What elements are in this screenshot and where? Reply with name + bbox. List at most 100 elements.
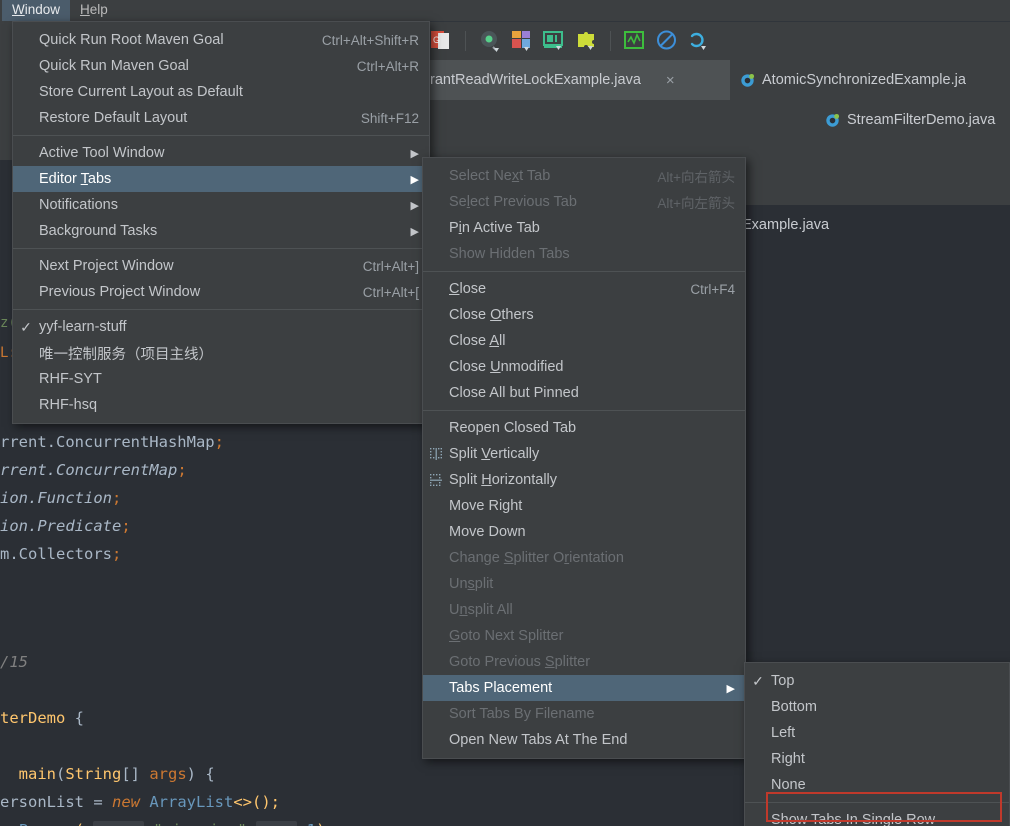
window-menu-popup[interactable]: Quick Run Root Maven Goal Ctrl+Alt+Shift… <box>12 21 430 424</box>
magnifier-green-icon[interactable] <box>477 28 503 54</box>
menu-item-next-project-window[interactable]: Next Project Window Ctrl+Alt+] <box>13 253 429 279</box>
menu-item-project-weiyi[interactable]: 唯一控制服务（项目主线） <box>13 340 429 366</box>
code-line-4: ion.Predicate; <box>0 512 131 540</box>
svg-text:G: G <box>433 35 440 45</box>
menu-separator <box>423 271 745 272</box>
menu-item-move-down[interactable]: Move Down <box>423 519 745 545</box>
menu-item-select-next-tab: Select Next Tab Alt+向右箭头 <box>423 163 745 189</box>
editor-tab-row-3-bg <box>736 160 1010 205</box>
sync-loop-icon[interactable] <box>686 28 712 54</box>
main-toolbar: G <box>420 22 1010 60</box>
plugin-puzzle-icon[interactable] <box>573 28 599 54</box>
menu-item-unsplit: Unsplit <box>423 571 745 597</box>
tab-label: AtomicSynchronizedExample.ja <box>762 72 966 88</box>
menu-separator <box>13 135 429 136</box>
menu-item-background-tasks[interactable]: Background Tasks ▶ <box>13 218 429 244</box>
menu-item-tabs-placement[interactable]: Tabs Placement ▶ <box>423 675 745 701</box>
code-line-5: m.Collectors; <box>0 540 121 568</box>
code-line-7: terDemo { <box>0 704 84 732</box>
menu-item-project-rhf-hsq[interactable]: RHF-hsq <box>13 392 429 418</box>
menu-item-previous-project-window[interactable]: Previous Project Window Ctrl+Alt+[ <box>13 279 429 305</box>
editor-tab-row-1: rantReadWriteLockExample.java × AtomicSy… <box>420 60 976 100</box>
menu-item-quick-run-maven-goal[interactable]: Quick Run Maven Goal Ctrl+Alt+R <box>13 53 429 79</box>
menu-separator <box>13 309 429 310</box>
menu-item-project-yyf-learn-stuff[interactable]: ✓ yyf-learn-stuff <box>13 314 429 340</box>
menu-item-goto-previous-splitter: Goto Previous Splitter <box>423 649 745 675</box>
menu-separator <box>13 248 429 249</box>
check-icon: ✓ <box>745 673 771 690</box>
menu-item-sort-tabs-by-filename: Sort Tabs By Filename <box>423 701 745 727</box>
toolbar-separator-2 <box>610 31 611 51</box>
menu-item-placement-top[interactable]: ✓ Top <box>745 668 1009 694</box>
menubar-item-window[interactable]: Window <box>2 0 70 21</box>
menu-item-close-all-but-pinned[interactable]: Close All but Pinned <box>423 380 745 406</box>
code-line-3: ion.Function; <box>0 484 121 512</box>
menu-item-show-tabs-in-single-row[interactable]: Show Tabs In Single Row <box>745 807 1009 826</box>
ide-window: er Window Help G <box>0 0 1010 826</box>
tabs-placement-submenu-popup[interactable]: ✓ Top Bottom Left Right None Show Tabs I… <box>744 662 1010 826</box>
editor-tab-strip: rantReadWriteLockExample.java × AtomicSy… <box>420 60 1010 160</box>
code-line-1: rrent.ConcurrentHashMap; <box>0 428 224 456</box>
menu-item-goto-next-splitter: Goto Next Splitter <box>423 623 745 649</box>
split-horizontal-icon <box>423 473 449 487</box>
chevron-right-icon: ▶ <box>411 199 419 212</box>
java-class-icon <box>740 72 755 88</box>
close-icon[interactable]: × <box>666 72 675 89</box>
editor-tab-reentrant-rwlock[interactable]: rantReadWriteLockExample.java × <box>420 60 730 100</box>
java-class-icon <box>825 112 840 128</box>
toolbar-separator <box>465 31 466 51</box>
menu-item-placement-left[interactable]: Left <box>745 720 1009 746</box>
editor-tab-streamfilterdemo[interactable]: StreamFilterDemo.java <box>815 100 1005 140</box>
code-line-9: ersonList = new ArrayList<>(); <box>0 788 280 816</box>
menu-item-split-vertically[interactable]: Split Vertically <box>423 441 745 467</box>
tab-label: Example.java <box>742 217 829 233</box>
menu-separator <box>745 802 1009 803</box>
menu-item-editor-tabs[interactable]: Editor Tabs ▶ <box>13 166 429 192</box>
tab-label: StreamFilterDemo.java <box>847 112 995 128</box>
menu-item-change-splitter-orientation: Change Splitter Orientation <box>423 545 745 571</box>
google-docs-icon[interactable]: G <box>428 28 454 54</box>
database-icon[interactable] <box>541 28 567 54</box>
editor-tabs-submenu-popup[interactable]: Select Next Tab Alt+向右箭头 Select Previous… <box>422 157 746 759</box>
check-icon: ✓ <box>13 319 39 336</box>
menu-bar: Window Help <box>0 0 1010 21</box>
menu-item-placement-none[interactable]: None <box>745 772 1009 798</box>
chevron-right-icon: ▶ <box>411 147 419 160</box>
menu-item-close-others[interactable]: Close Others <box>423 302 745 328</box>
menu-item-split-horizontally[interactable]: Split Horizontally <box>423 467 745 493</box>
menu-item-close[interactable]: Close Ctrl+F4 <box>423 276 745 302</box>
no-entry-icon[interactable] <box>654 28 680 54</box>
code-line-2: rrent.ConcurrentMap; <box>0 456 187 484</box>
menu-item-placement-bottom[interactable]: Bottom <box>745 694 1009 720</box>
layout-grid-icon[interactable] <box>509 28 535 54</box>
menu-item-close-unmodified[interactable]: Close Unmodified <box>423 354 745 380</box>
editor-tab-example-java[interactable]: Example.java <box>742 212 829 238</box>
menu-item-quick-run-root-maven-goal[interactable]: Quick Run Root Maven Goal Ctrl+Alt+Shift… <box>13 27 429 53</box>
menu-item-close-all[interactable]: Close All <box>423 328 745 354</box>
split-vertical-icon <box>423 447 449 461</box>
menu-item-show-hidden-tabs: Show Hidden Tabs <box>423 241 745 267</box>
code-line-10: w Person( name: "xiaoming" age: 1); <box>0 816 335 826</box>
code-line-6: /15 <box>0 648 28 676</box>
editor-tab-row-2: StreamFilterDemo.java <box>815 100 1005 140</box>
menu-item-select-previous-tab: Select Previous Tab Alt+向左箭头 <box>423 189 745 215</box>
editor-tab-atomic-synchronized[interactable]: AtomicSynchronizedExample.ja <box>730 60 976 100</box>
menu-item-project-rhf-syt[interactable]: RHF-SYT <box>13 366 429 392</box>
menu-separator <box>423 410 745 411</box>
menu-item-placement-right[interactable]: Right <box>745 746 1009 772</box>
menu-item-restore-default-layout[interactable]: Restore Default Layout Shift+F12 <box>13 105 429 131</box>
menu-item-reopen-closed-tab[interactable]: Reopen Closed Tab <box>423 415 745 441</box>
chevron-right-icon: ▶ <box>411 225 419 238</box>
menu-item-unsplit-all: Unsplit All <box>423 597 745 623</box>
monitor-chart-icon[interactable] <box>622 28 648 54</box>
chevron-right-icon: ▶ <box>411 173 419 186</box>
menu-item-notifications[interactable]: Notifications ▶ <box>13 192 429 218</box>
menubar-item-help[interactable]: Help <box>70 0 118 21</box>
menu-item-store-current-layout-as-default[interactable]: Store Current Layout as Default <box>13 79 429 105</box>
menu-item-open-new-tabs-at-the-end[interactable]: Open New Tabs At The End <box>423 727 745 753</box>
menu-item-pin-active-tab[interactable]: Pin Active Tab <box>423 215 745 241</box>
menu-item-move-right[interactable]: Move Right <box>423 493 745 519</box>
menu-item-active-tool-window[interactable]: Active Tool Window ▶ <box>13 140 429 166</box>
tab-label: rantReadWriteLockExample.java <box>430 72 641 88</box>
code-line-8: main(String[] args) { <box>0 760 215 788</box>
